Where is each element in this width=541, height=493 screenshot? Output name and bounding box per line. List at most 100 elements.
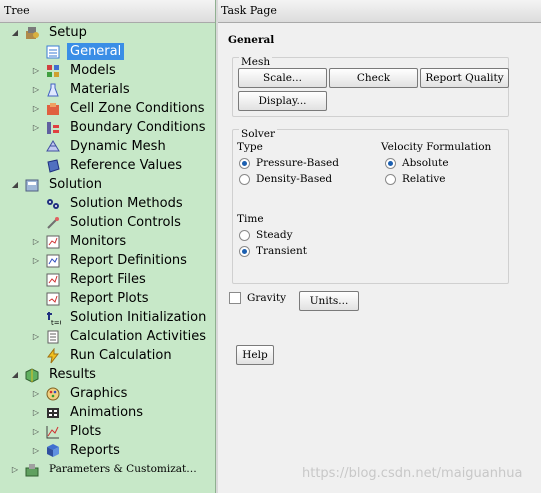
svg-text:t=0: t=0 xyxy=(51,319,61,326)
absolute-label: Absolute xyxy=(402,157,449,169)
tree-item-monitors[interactable]: ▷ Monitors xyxy=(31,232,129,251)
absolute-radio[interactable]: Absolute xyxy=(385,155,449,171)
expand-icon[interactable]: ▷ xyxy=(31,256,41,266)
tree-item-label: Parameters & Customizat… xyxy=(49,463,197,475)
pressure-based-radio[interactable]: Pressure-Based xyxy=(239,155,339,171)
velocity-formulation-label: Velocity Formulation xyxy=(381,141,492,153)
tree-item-label: Graphics xyxy=(70,386,128,401)
tree-item-calculation-activities[interactable]: ▷ Calculation Activities xyxy=(31,327,209,346)
radio-selected-icon xyxy=(385,157,396,169)
expand-icon[interactable]: ▷ xyxy=(10,465,20,475)
tree-item-models[interactable]: ▷ Models xyxy=(31,61,119,80)
expand-icon[interactable]: ▷ xyxy=(31,408,41,418)
collapse-icon[interactable]: ◢ xyxy=(10,28,20,38)
tree-item-report-plots[interactable]: Report Plots xyxy=(31,289,152,308)
tree-item-parameters-customization[interactable]: ▷ Parameters & Customizat… xyxy=(10,460,200,479)
tree-item-solution-initialization[interactable]: t=0 Solution Initialization xyxy=(31,308,209,327)
expand-icon[interactable]: ▷ xyxy=(31,85,41,95)
tree-item-label: Solution Methods xyxy=(70,196,183,211)
tree-expander xyxy=(31,47,41,57)
tree-item-cell-zone-conditions[interactable]: ▷ Cell Zone Conditions xyxy=(31,99,207,118)
tree-item-label: Monitors xyxy=(70,234,127,249)
density-based-label: Density-Based xyxy=(256,173,333,185)
tree-item-graphics[interactable]: ▷ Graphics xyxy=(31,384,130,403)
reference-values-icon xyxy=(45,158,61,174)
task-page-panel: Task Page General Mesh Scale... Check Re… xyxy=(218,0,541,493)
expand-icon[interactable]: ▷ xyxy=(31,427,41,437)
tree-item-report-definitions[interactable]: ▷ Report Definitions xyxy=(31,251,190,270)
relative-radio[interactable]: Relative xyxy=(385,171,445,187)
tree-item-report-files[interactable]: Report Files xyxy=(31,270,149,289)
task-page-header: Task Page xyxy=(218,0,541,23)
report-files-icon xyxy=(45,272,61,288)
watermark: https://blog.csdn.net/maiguanhua xyxy=(302,466,523,481)
tree-expander xyxy=(31,142,41,152)
transient-radio[interactable]: Transient xyxy=(239,243,307,259)
report-plots-icon xyxy=(45,291,61,307)
tree-expander xyxy=(31,218,41,228)
results-icon xyxy=(24,367,40,383)
tree-expander xyxy=(31,313,41,323)
tree-item-solution-controls[interactable]: Solution Controls xyxy=(31,213,184,232)
collapse-icon[interactable]: ◢ xyxy=(10,180,20,190)
tree-expander xyxy=(31,161,41,171)
tree-item-label: Dynamic Mesh xyxy=(70,139,166,154)
tree-expander xyxy=(31,275,41,285)
tree-item-run-calculation[interactable]: Run Calculation xyxy=(31,346,175,365)
reports-icon xyxy=(45,443,61,459)
units-button[interactable]: Units... xyxy=(299,291,359,311)
mesh-group: Mesh Scale... Check Report Quality Displ… xyxy=(232,56,509,117)
tree-item-results[interactable]: ◢ Results xyxy=(10,365,99,384)
gravity-label: Gravity xyxy=(247,292,287,304)
tree-item-reports[interactable]: ▷ Reports xyxy=(31,441,123,460)
models-icon xyxy=(45,63,61,79)
solver-group: Solver Type Pressure-Based Density-Based… xyxy=(232,128,509,284)
expand-icon[interactable]: ▷ xyxy=(31,104,41,114)
display-button[interactable]: Display... xyxy=(238,91,327,111)
report-quality-button[interactable]: Report Quality xyxy=(420,68,509,88)
tree-item-setup[interactable]: ◢ Setup xyxy=(10,23,90,42)
expand-icon[interactable]: ▷ xyxy=(31,66,41,76)
tree-item-dynamic-mesh[interactable]: Dynamic Mesh xyxy=(31,137,169,156)
tree-panel: Tree ◢ Setup General ▷ Models ▷ Material… xyxy=(0,0,216,493)
solution-icon xyxy=(24,177,40,193)
scale-button[interactable]: Scale... xyxy=(238,68,327,88)
steady-radio[interactable]: Steady xyxy=(239,227,293,243)
check-button[interactable]: Check xyxy=(329,68,418,88)
tree-item-general[interactable]: General xyxy=(31,42,125,61)
tree-item-animations[interactable]: ▷ Animations xyxy=(31,403,146,422)
tree-item-reference-values[interactable]: Reference Values xyxy=(31,156,185,175)
radio-selected-icon xyxy=(239,245,250,257)
checkbox-unchecked-icon xyxy=(229,292,241,304)
tree-item-label: Results xyxy=(49,367,96,382)
boundary-icon xyxy=(45,120,61,136)
help-button[interactable]: Help xyxy=(236,345,274,365)
tree-item-solution-methods[interactable]: Solution Methods xyxy=(31,194,186,213)
run-calculation-icon xyxy=(45,347,61,364)
tree-item-plots[interactable]: ▷ Plots xyxy=(31,422,104,441)
solution-methods-icon xyxy=(45,196,61,212)
collapse-icon[interactable]: ◢ xyxy=(10,370,20,380)
expand-icon[interactable]: ▷ xyxy=(31,332,41,342)
gravity-checkbox[interactable]: Gravity xyxy=(229,290,286,306)
expand-icon[interactable]: ▷ xyxy=(31,446,41,456)
expand-icon[interactable]: ▷ xyxy=(31,389,41,399)
graphics-icon xyxy=(45,386,61,402)
solution-controls-icon xyxy=(45,215,61,231)
radio-selected-icon xyxy=(239,157,250,169)
cell-zone-icon xyxy=(45,101,61,117)
tree-item-label: General xyxy=(67,43,125,60)
tree-item-boundary-conditions[interactable]: ▷ Boundary Conditions xyxy=(31,118,209,137)
expand-icon[interactable]: ▷ xyxy=(31,237,41,247)
tree-item-solution[interactable]: ◢ Solution xyxy=(10,175,105,194)
tree-item-materials[interactable]: ▷ Materials xyxy=(31,80,133,99)
materials-icon xyxy=(45,82,61,98)
dynamic-mesh-icon xyxy=(45,139,61,155)
monitors-icon xyxy=(45,234,61,250)
tree-item-label: Animations xyxy=(70,405,144,420)
parameters-icon xyxy=(24,462,40,478)
expand-icon[interactable]: ▷ xyxy=(31,123,41,133)
calculation-activities-icon xyxy=(45,329,61,345)
mesh-group-title: Mesh xyxy=(239,56,273,68)
density-based-radio[interactable]: Density-Based xyxy=(239,171,332,187)
